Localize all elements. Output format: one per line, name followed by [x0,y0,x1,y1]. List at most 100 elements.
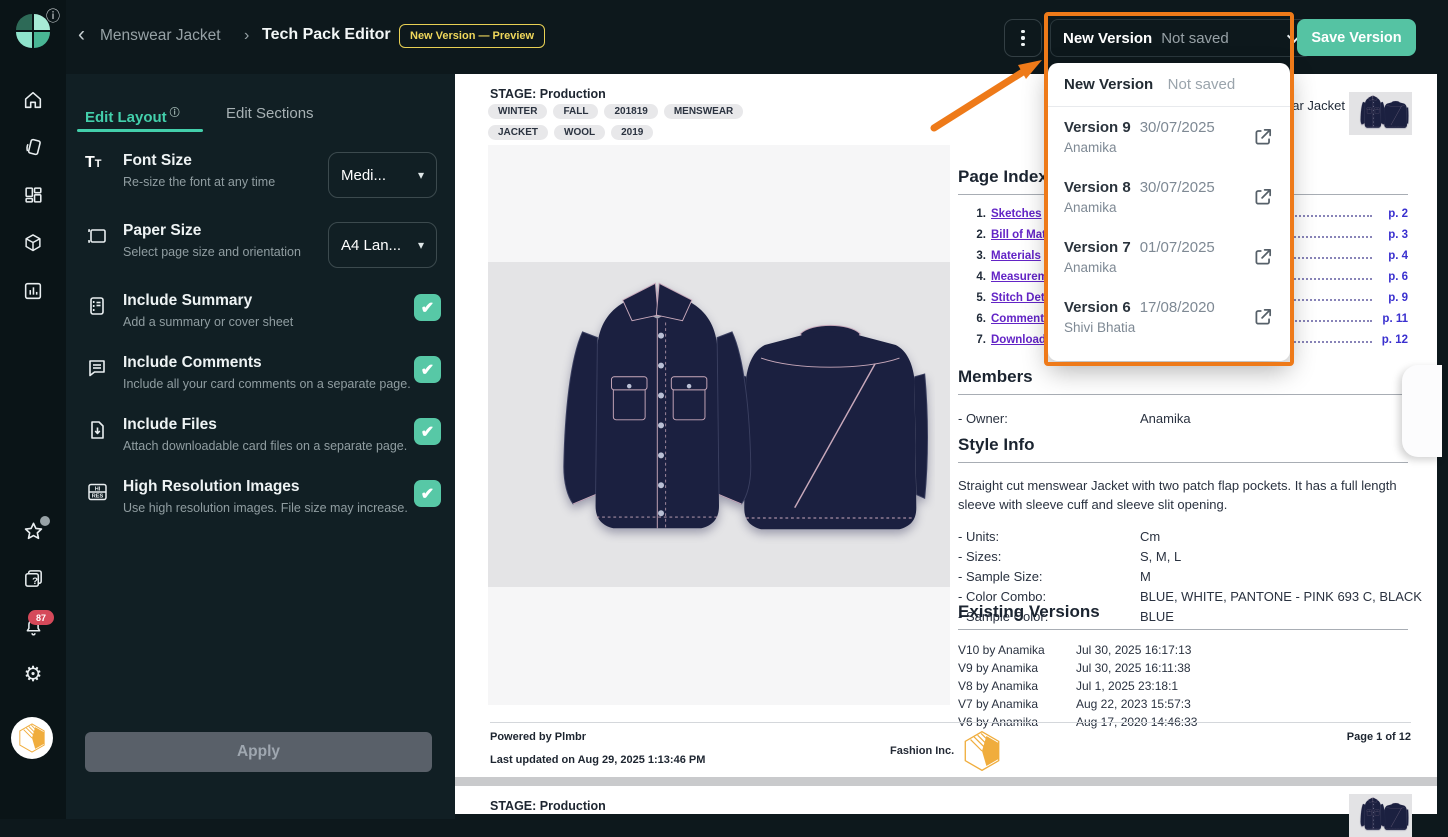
field-row: - Units:Cm [958,529,1408,544]
field-row: - Sizes:S, M, L [958,549,1408,564]
stage-label: STAGE: Production [490,87,606,101]
members-heading: Members [958,367,1408,395]
version-dropdown-panel: New Version Not saved Version 930/07/202… [1048,63,1290,361]
version-timestamp: Aug 22, 2023 15:57:3 [1076,697,1191,711]
version-author: V8 by Anamika [958,679,1076,693]
version-row: V9 by AnamikaJul 30, 2025 16:11:38 [958,661,1408,675]
index-number: 2. [970,229,986,241]
index-page[interactable]: p. 11 [1378,313,1408,325]
high-res-checkbox[interactable]: ✔ [414,480,441,507]
paper-size-select[interactable]: A4 Lan... ▾ [328,222,437,268]
include-summary-desc: Add a summary or cover sheet [123,315,436,329]
index-page[interactable]: p. 2 [1378,208,1408,220]
field-label: - Sizes: [958,549,1140,564]
apply-button[interactable]: Apply [85,732,432,772]
tab-edit-layout[interactable]: Edit Layoutⓘ [85,104,180,126]
document-preview-area[interactable]: STAGE: Production WINTER FALL 201819 MEN… [455,74,1448,819]
reports-chart-icon[interactable] [22,280,44,302]
home-icon[interactable] [22,89,44,111]
index-number: 6. [970,313,986,325]
tag-pill: JACKET [488,125,548,140]
dashboard-icon[interactable] [22,184,44,206]
products-box-icon[interactable] [22,232,44,254]
edge-flap-handle[interactable] [1402,365,1442,457]
save-version-button[interactable]: Save Version [1297,19,1416,56]
font-size-icon: TT [85,154,111,180]
font-size-select[interactable]: Medi... ▾ [328,152,437,198]
owner-value: Anamika [1140,411,1191,426]
version-timestamp: Jul 30, 2025 16:11:38 [1076,661,1191,675]
tab-edit-sections[interactable]: Edit Sections [226,105,314,122]
field-label: - Units: [958,529,1140,544]
version-name: Version 6 [1064,299,1131,316]
sketch-image-block [488,145,950,705]
existing-versions-list: V10 by AnamikaJul 30, 2025 16:17:13 V9 b… [958,643,1408,729]
high-res-row: HIRES High Resolution Images Use high re… [85,478,436,515]
external-link-icon[interactable] [1252,246,1274,268]
user-avatar[interactable] [11,717,53,759]
include-comments-title: Include Comments [123,354,436,372]
include-summary-checkbox[interactable]: ✔ [414,294,441,321]
help-icon[interactable]: ? [22,567,44,589]
version-row: V10 by AnamikaJul 30, 2025 16:17:13 [958,643,1408,657]
owner-row: - Owner: Anamika [958,411,1408,426]
dropdown-version-item[interactable]: Version 830/07/2025 Anamika [1048,167,1290,227]
favorites-star-icon[interactable] [22,520,44,542]
page-footer: Powered by Plmbr Last updated on Aug 29,… [490,722,1411,766]
index-link[interactable]: Downloads [991,334,1052,346]
dropdown-version-item[interactable]: Version 930/07/2025 Anamika [1048,107,1290,167]
version-author: Anamika [1064,260,1252,275]
version-name: Version 7 [1064,239,1131,256]
index-page[interactable]: p. 6 [1378,271,1408,283]
page-number: Page 1 of 12 [1347,731,1411,743]
include-summary-row: Include Summary Add a summary or cover s… [85,292,436,329]
version-row: V8 by AnamikaJul 1, 2025 23:18:1 [958,679,1408,693]
index-link[interactable]: Materials [991,250,1041,262]
breadcrumb-parent[interactable]: Menswear Jacket [100,27,221,45]
include-files-checkbox[interactable]: ✔ [414,418,441,445]
include-comments-checkbox[interactable]: ✔ [414,356,441,383]
settings-gear-icon[interactable]: ⚙ [22,664,44,686]
materials-card-icon[interactable] [22,136,44,158]
tag-pill: WINTER [488,104,547,119]
dropdown-version-item[interactable]: Version 701/07/2025 Anamika [1048,227,1290,287]
field-value: Cm [1140,529,1160,544]
index-page[interactable]: p. 12 [1378,334,1408,346]
include-comments-desc: Include all your card comments on a sepa… [123,377,436,391]
current-version-name: New Version [1064,76,1153,93]
version-author: Anamika [1064,200,1252,215]
style-info-heading: Style Info [958,435,1408,463]
external-link-icon[interactable] [1252,306,1274,328]
field-row: - Sample Size:M [958,569,1408,584]
sketch-image [488,262,950,587]
company-logo [960,727,1004,775]
tag-list: WINTER FALL 201819 MENSWEAR JACKET WOOL … [488,104,808,140]
version-select[interactable]: New Version Not saved [1050,19,1312,57]
index-page[interactable]: p. 4 [1378,250,1408,262]
index-page[interactable]: p. 3 [1378,229,1408,241]
card-thumbnail [1349,92,1412,135]
version-author: V9 by Anamika [958,661,1076,675]
dropdown-current-version[interactable]: New Version Not saved [1048,63,1290,107]
card-thumbnail [1349,794,1412,837]
index-page[interactable]: p. 9 [1378,292,1408,304]
back-chevron-icon[interactable]: ‹ [78,23,85,47]
kebab-menu-button[interactable] [1004,19,1042,57]
comments-icon [85,356,111,382]
info-icon[interactable]: ⓘ [46,6,60,26]
version-timestamp: Jul 1, 2025 23:18:1 [1076,679,1178,693]
external-link-icon[interactable] [1252,186,1274,208]
index-link[interactable]: Comments [991,313,1050,325]
tag-pill: WOOL [554,125,605,140]
dropdown-version-item[interactable]: Version 617/08/2020 Shivi Bhatia [1048,287,1290,347]
index-link[interactable]: Sketches [991,208,1042,220]
version-author: Anamika [1064,140,1252,155]
paper-size-icon [85,224,111,250]
field-value: S, M, L [1140,549,1181,564]
version-timestamp: Jul 30, 2025 16:17:13 [1076,643,1191,657]
external-link-icon[interactable] [1252,126,1274,148]
field-value: M [1140,569,1151,584]
company-name: Fashion Inc. [890,745,954,757]
version-date: 17/08/2020 [1140,299,1215,316]
existing-versions-heading: Existing Versions [958,602,1408,630]
